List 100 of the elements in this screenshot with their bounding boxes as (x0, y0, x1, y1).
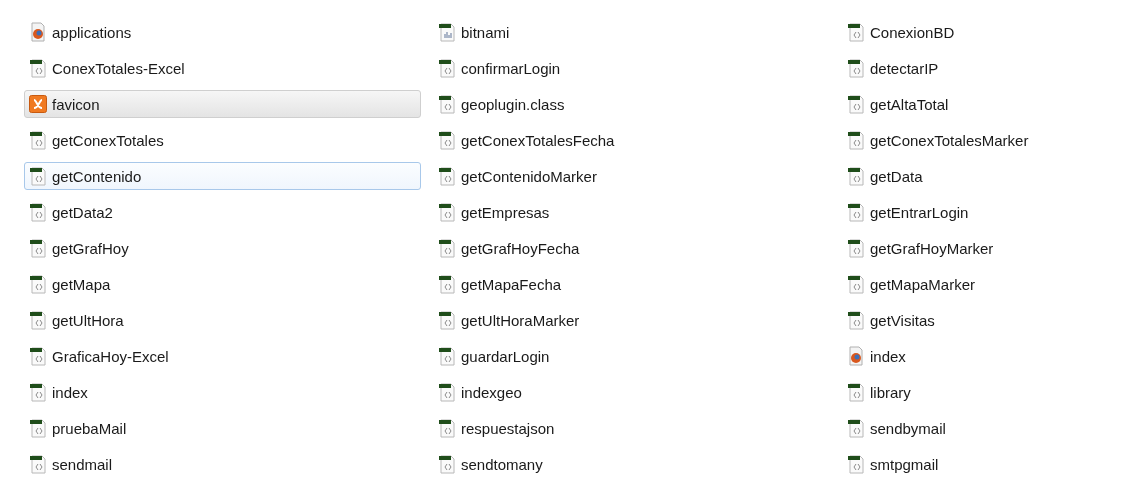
file-item[interactable]: smtpgmail (842, 450, 1141, 478)
code-file-icon (29, 130, 47, 150)
code-file-icon (847, 202, 865, 222)
file-name: smtpgmail (870, 455, 939, 473)
code-file-icon (29, 274, 47, 294)
code-file-icon (438, 418, 456, 438)
file-name: getGrafHoyMarker (870, 239, 994, 257)
code-file-icon (847, 58, 865, 78)
file-item[interactable]: detectarIP (842, 54, 1141, 82)
chart-file-icon (438, 22, 456, 42)
file-item[interactable]: confirmarLogin (433, 54, 830, 82)
file-item[interactable]: getGrafHoy (24, 234, 421, 262)
file-item[interactable]: sendbymail (842, 414, 1141, 442)
file-name: getContenido (52, 167, 142, 185)
browser-file-icon (29, 22, 47, 42)
code-file-icon (847, 22, 865, 42)
file-name: guardarLogin (461, 347, 550, 365)
file-item[interactable]: getEmpresas (433, 198, 830, 226)
file-item[interactable]: geoplugin.class (433, 90, 830, 118)
file-item[interactable]: getUltHoraMarker (433, 306, 830, 334)
code-file-icon (847, 382, 865, 402)
file-name: getMapa (52, 275, 111, 293)
code-file-icon (847, 166, 865, 186)
file-item[interactable]: ConexTotales-Excel (24, 54, 421, 82)
file-item[interactable]: respuestajson (433, 414, 830, 442)
file-item[interactable]: applications (24, 18, 421, 46)
code-file-icon (847, 130, 865, 150)
file-name: getData2 (52, 203, 113, 221)
file-item[interactable]: getData (842, 162, 1141, 190)
file-name: getData (870, 167, 923, 185)
file-item[interactable]: getConexTotales (24, 126, 421, 154)
file-item[interactable]: getEntrarLogin (842, 198, 1141, 226)
file-item[interactable]: getData2 (24, 198, 421, 226)
file-item[interactable]: getContenido (24, 162, 421, 190)
file-name: sendbymail (870, 419, 946, 437)
code-file-icon (29, 202, 47, 222)
code-file-icon (29, 166, 47, 186)
code-file-icon (847, 418, 865, 438)
file-item[interactable]: index (842, 342, 1141, 370)
file-name: getVisitas (870, 311, 935, 329)
file-name: sendmail (52, 455, 113, 473)
code-file-icon (438, 454, 456, 474)
code-file-icon (29, 58, 47, 78)
code-file-icon (847, 310, 865, 330)
file-name: getMapaMarker (870, 275, 976, 293)
file-item[interactable]: index (24, 378, 421, 406)
file-name: index (52, 383, 88, 401)
code-file-icon (438, 94, 456, 114)
file-name: respuestajson (461, 419, 555, 437)
file-name: library (870, 383, 911, 401)
file-item[interactable]: getMapaMarker (842, 270, 1141, 298)
file-name: getConexTotalesFecha (461, 131, 615, 149)
file-name: getMapaFecha (461, 275, 562, 293)
code-file-icon (438, 310, 456, 330)
code-file-icon (847, 454, 865, 474)
file-item[interactable]: bitnami (433, 18, 830, 46)
file-name: getConexTotales (52, 131, 164, 149)
file-name: getConexTotalesMarker (870, 131, 1029, 149)
file-name: sendtomany (461, 455, 543, 473)
file-name: getGrafHoy (52, 239, 129, 257)
file-item[interactable]: getConexTotalesMarker (842, 126, 1141, 154)
file-name: pruebaMail (52, 419, 127, 437)
file-item[interactable]: library (842, 378, 1141, 406)
file-name: getGrafHoyFecha (461, 239, 580, 257)
code-file-icon (29, 310, 47, 330)
code-file-icon (29, 346, 47, 366)
file-item[interactable]: ConexionBD (842, 18, 1141, 46)
code-file-icon (438, 346, 456, 366)
file-item[interactable]: GraficaHoy-Excel (24, 342, 421, 370)
code-file-icon (438, 382, 456, 402)
file-item[interactable]: getVisitas (842, 306, 1141, 334)
file-item[interactable]: guardarLogin (433, 342, 830, 370)
file-item[interactable]: pruebaMail (24, 414, 421, 442)
file-item[interactable]: getMapa (24, 270, 421, 298)
file-item[interactable]: getAltaTotal (842, 90, 1141, 118)
file-item[interactable]: favicon (24, 90, 421, 118)
file-name: geoplugin.class (461, 95, 565, 113)
file-name: favicon (52, 95, 100, 113)
file-name: bitnami (461, 23, 510, 41)
file-name: getEntrarLogin (870, 203, 969, 221)
code-file-icon (29, 238, 47, 258)
file-name: getContenidoMarker (461, 167, 597, 185)
file-item[interactable]: getGrafHoyMarker (842, 234, 1141, 262)
file-name: indexgeo (461, 383, 522, 401)
code-file-icon (29, 418, 47, 438)
file-name: index (870, 347, 906, 365)
file-item[interactable]: getMapaFecha (433, 270, 830, 298)
app-logo-icon (29, 94, 47, 114)
file-name: detectarIP (870, 59, 939, 77)
file-item[interactable]: sendtomany (433, 450, 830, 478)
browser-file-icon (847, 346, 865, 366)
file-item[interactable]: getGrafHoyFecha (433, 234, 830, 262)
file-item[interactable]: sendmail (24, 450, 421, 478)
file-item[interactable]: getConexTotalesFecha (433, 126, 830, 154)
file-item[interactable]: getUltHora (24, 306, 421, 334)
file-name: getAltaTotal (870, 95, 949, 113)
file-item[interactable]: indexgeo (433, 378, 830, 406)
file-name: ConexTotales-Excel (52, 59, 185, 77)
file-item[interactable]: getContenidoMarker (433, 162, 830, 190)
file-name: confirmarLogin (461, 59, 561, 77)
